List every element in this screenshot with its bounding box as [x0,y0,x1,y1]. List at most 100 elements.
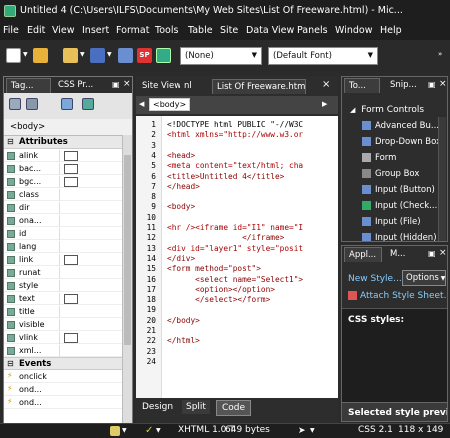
code-line[interactable]: <!DOCTYPE html PUBLIC "-//W3C [167,120,303,129]
code-line[interactable]: <option></option> [167,285,275,294]
color-swatch[interactable] [64,333,78,343]
attribute-row[interactable]: style [4,280,122,292]
attribute-row[interactable]: text [4,293,122,305]
toolbox-item[interactable]: Form [362,153,396,163]
style-select[interactable]: (None) ▼ [180,47,262,65]
scroll-thumb[interactable] [124,155,131,345]
attribute-row[interactable]: xml... [4,345,122,357]
menu-data-view[interactable]: Data View [246,25,294,36]
menu-table[interactable]: Table [188,25,213,36]
attribute-row[interactable]: title [4,306,122,318]
attribute-row[interactable]: bac... [4,163,122,175]
attribute-row[interactable]: dir [4,202,122,214]
back-arrow-icon[interactable]: ◀ [139,100,144,108]
menu-view[interactable]: View [52,25,75,36]
code-line[interactable]: <head> [167,151,195,160]
attributes-header-row[interactable]: ⊟ Attributes [4,136,122,149]
save-dropdown-arrow-icon[interactable]: ▼ [107,51,112,58]
color-swatch[interactable] [64,294,78,304]
preview-icon[interactable] [156,48,171,63]
toolbar-overflow-icon[interactable]: » [438,50,442,58]
attribute-value[interactable] [59,293,122,305]
menu-window[interactable]: Window [335,25,372,36]
toolbox-item[interactable]: Input (Button) [362,185,435,195]
attribute-value[interactable] [59,267,122,279]
collapse-triangle-icon[interactable]: ◢ [350,106,355,114]
sort-alpha-icon[interactable] [26,98,38,110]
code-line[interactable]: <hr /><iframe id="I1" name="I [167,223,303,232]
attribute-value[interactable] [59,202,122,214]
tab-partial[interactable]: nl [180,79,210,94]
menu-file[interactable]: File [3,25,19,36]
show-set-properties-icon[interactable] [61,98,73,110]
attribute-value[interactable] [59,280,122,292]
css-version-status[interactable]: CSS 2.1 [358,425,393,435]
toolbox-scrollbar[interactable] [438,117,446,241]
tab-css-properties[interactable]: CSS Pr... [54,78,106,93]
code-line[interactable]: </iframe> [167,233,284,242]
attach-style-sheet-link[interactable]: Attach Style Sheet... [360,291,447,301]
tab-snippets[interactable]: Snip... [386,78,420,93]
toolbox-item[interactable]: Input (Hidden) [362,233,437,241]
menu-panels[interactable]: Panels [297,25,328,36]
attribute-row[interactable]: link [4,254,122,266]
attribute-row[interactable]: id [4,228,122,240]
categorized-view-icon[interactable] [9,98,21,110]
toolbox-item[interactable]: Advanced Bu... [362,121,439,131]
code-line[interactable]: </body> [167,316,200,325]
toolbox-item[interactable]: Drop-Down Box [362,137,441,147]
code-line[interactable]: <html xmlns="http://www.w3.or [167,130,303,139]
close-icon[interactable]: × [439,248,447,258]
forward-arrow-icon[interactable]: ▶ [322,100,327,108]
attribute-value[interactable] [59,163,122,175]
toolbox-item[interactable]: Group Box [362,169,419,179]
menu-help[interactable]: Help [380,25,402,36]
visual-aids-icon[interactable] [110,426,120,436]
tag-breadcrumb[interactable]: <body> [149,98,191,111]
attribute-value[interactable] [59,215,122,227]
show-all-icon[interactable] [82,98,94,110]
pin-icon[interactable]: ▣ [112,80,120,89]
attribute-row[interactable]: runat [4,267,122,279]
attribute-value[interactable] [59,332,122,344]
attribute-row[interactable]: vlink [4,332,122,344]
attribute-row[interactable]: lang [4,241,122,253]
attribute-value[interactable] [59,189,122,201]
visual-aids-dropdown-icon[interactable]: ▼ [122,427,127,434]
attribute-row[interactable]: class [4,189,122,201]
code-view[interactable]: 1 2 3 4 5 6 7 8 9 10 11 12 13 14 15 16 17 18 19 20 21 22 23 24 … [136,116,338,400]
open-file-icon[interactable] [63,48,78,63]
color-swatch[interactable] [64,164,78,174]
publish-icon[interactable] [118,48,133,63]
close-icon[interactable]: × [123,79,131,89]
close-icon[interactable]: × [439,79,447,89]
code-line[interactable]: </head> [167,182,200,191]
event-row[interactable]: ⚡ ond... [4,397,122,409]
attribute-value[interactable] [59,228,122,240]
menu-tools[interactable]: Tools [155,25,178,36]
attribute-row[interactable]: alink [4,150,122,162]
save-icon[interactable] [90,48,105,63]
pointer-icon[interactable]: ➤ [298,426,306,436]
tab-tag-properties[interactable]: Tag... [6,78,51,93]
pin-icon[interactable]: ▣ [428,249,436,258]
tab-list-of-freeware[interactable]: List Of Freeware.html [212,79,306,94]
attribute-value[interactable] [59,176,122,188]
code-line[interactable]: <title>Untitled 4</title> [167,172,284,181]
attribute-row[interactable]: bgc... [4,176,122,188]
toolbox-section-header[interactable]: ◢ Form Controls [350,105,424,115]
view-code[interactable]: Code [216,400,252,416]
tab-toolbox[interactable]: To... [344,78,380,93]
color-swatch[interactable] [64,177,78,187]
collapse-icon[interactable]: ⊟ [7,137,14,146]
attribute-value[interactable] [59,254,122,266]
code-line[interactable]: <div id="layer1" style="posit [167,244,303,253]
event-row[interactable]: ⚡ onclick [4,371,122,383]
tab-apply-styles[interactable]: Appl... [344,247,382,262]
code-line[interactable]: </div> [167,254,195,263]
collapse-icon[interactable]: ⊟ [7,359,14,368]
toolbox-item[interactable]: Input (File) [362,217,421,227]
code-line[interactable]: <meta content="text/html; cha [167,161,303,170]
check-icon[interactable]: ✓ [145,425,153,436]
attribute-value[interactable] [59,150,122,162]
